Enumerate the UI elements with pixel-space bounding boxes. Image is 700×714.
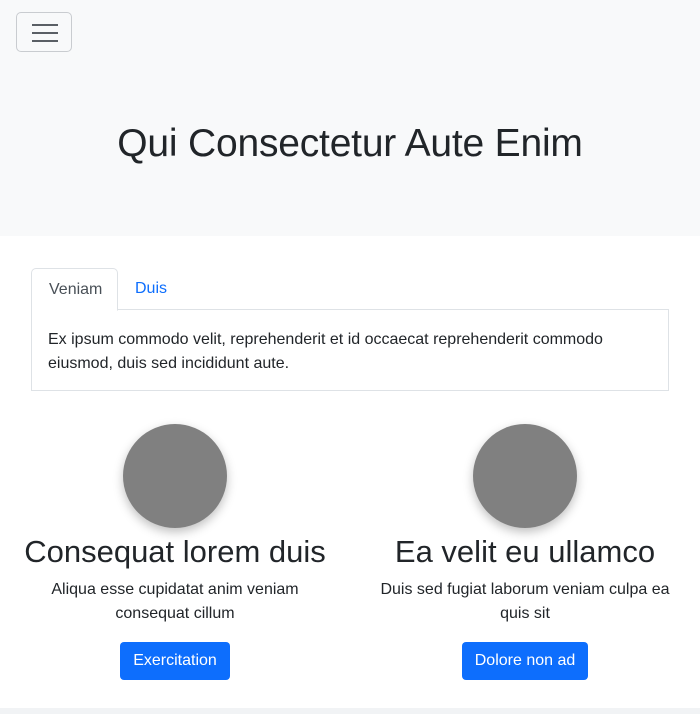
hero-title: Qui Consectetur Aute Enim	[117, 122, 583, 165]
footer-strip	[0, 708, 700, 714]
tab-list: Veniam Duis	[31, 268, 669, 311]
feature-card: Consequat lorem duis Aliqua esse cupidat…	[5, 424, 345, 680]
feature-heading: Consequat lorem duis	[24, 534, 326, 569]
avatar-placeholder	[123, 424, 227, 528]
feature-text: Aliqua esse cupidatat anim veniam conseq…	[51, 581, 299, 622]
feature-text: Duis sed fugiat laborum veniam culpa ea …	[380, 581, 670, 622]
exercitation-button[interactable]: Exercitation	[120, 642, 230, 680]
tab-veniam[interactable]: Veniam	[31, 268, 118, 311]
dolore-non-ad-button[interactable]: Dolore non ad	[461, 642, 589, 680]
avatar-placeholder	[473, 424, 577, 528]
tab-content: Ex ipsum commodo velit, reprehenderit et…	[31, 310, 669, 391]
feature-heading: Ea velit eu ullamco	[394, 534, 656, 569]
tab-duis[interactable]: Duis	[118, 268, 184, 310]
hero-section: Qui Consectetur Aute Enim	[0, 0, 700, 236]
navbar-toggler-button[interactable]	[16, 12, 72, 52]
feature-card: Ea velit eu ullamco Duis sed fugiat labo…	[355, 424, 695, 680]
hamburger-menu-icon	[32, 24, 58, 26]
